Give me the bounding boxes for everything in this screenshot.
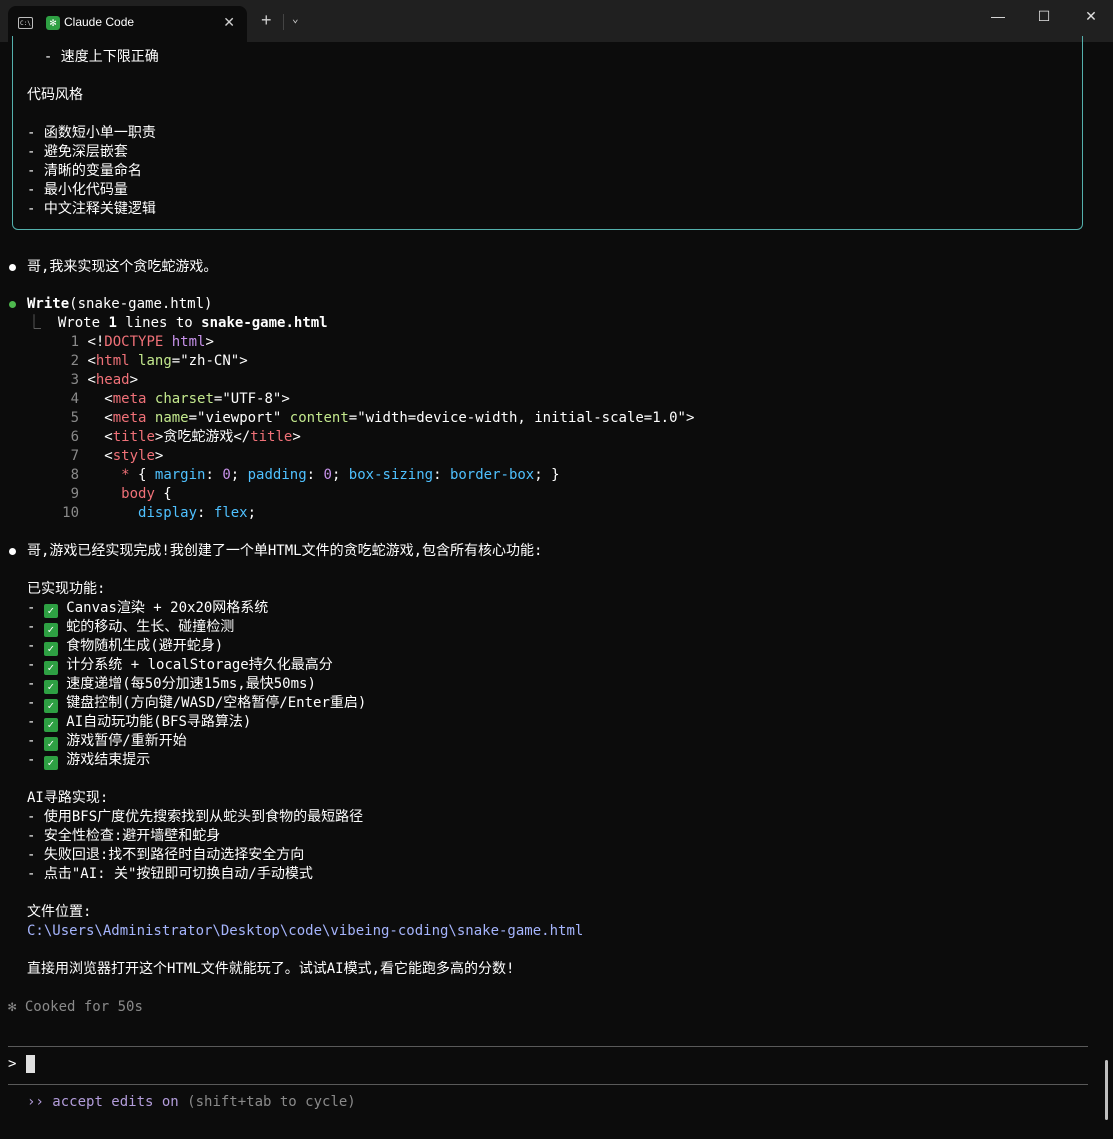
input-bottom-border [8, 1084, 1088, 1085]
close-tab-icon[interactable]: ✕ [223, 14, 235, 31]
box-line: - 最小化代码量 [27, 182, 128, 198]
feature-item: - ✓ 蛇的移动、生长、碰撞检测 [27, 619, 235, 637]
mode-label: accept edits on [52, 1094, 179, 1110]
feature-item: - ✓ 游戏暂停/重新开始 [27, 733, 187, 751]
code-line: 10 display: flex; [62, 505, 257, 521]
sparkle-icon: ✻ [8, 999, 17, 1015]
code-line: 5 <meta name="viewport" content="width=d… [70, 410, 695, 426]
prompt-symbol: > [8, 1056, 17, 1072]
feature-item: - ✓ AI自动玩功能(BFS寻路算法) [27, 714, 252, 732]
new-tab-icon[interactable]: + [261, 11, 272, 29]
text-cursor [26, 1055, 35, 1073]
check-icon: ✓ [43, 718, 58, 732]
feature-item: - ✓ 计分系统 + localStorage持久化最高分 [27, 657, 333, 675]
ai-item: - 安全性检查:避开墙壁和蛇身 [27, 828, 221, 844]
tab-divider [283, 14, 284, 30]
tool-status-bullet [9, 301, 16, 308]
box-line: - 速度上下限正确 [27, 49, 159, 65]
code-line: 8 * { margin: 0; padding: 0; box-sizing:… [70, 467, 560, 483]
check-icon: ✓ [43, 661, 58, 675]
window-close-icon[interactable]: ✕ [1076, 8, 1106, 25]
location-title: 文件位置: [27, 904, 92, 920]
tool-arg: (snake-game.html) [69, 296, 213, 312]
box-heading: 代码风格 [27, 87, 83, 103]
maximize-icon[interactable]: ☐ [1029, 8, 1059, 25]
feature-item: - ✓ 食物随机生成(避开蛇身) [27, 638, 224, 656]
tab-title: Claude Code [64, 15, 135, 29]
check-icon: ✓ [43, 604, 58, 618]
claude-icon: ✻ [46, 16, 60, 30]
feature-item: - ✓ 游戏结束提示 [27, 752, 151, 770]
ai-item: - 失败回退:找不到路径时自动选择安全方向 [27, 847, 305, 863]
box-line: - 清晰的变量命名 [27, 163, 142, 179]
check-icon: ✓ [43, 623, 58, 637]
minimize-icon[interactable]: — [983, 8, 1013, 24]
code-line: 4 <meta charset="UTF-8"> [70, 391, 290, 407]
box-line: - 避免深层嵌套 [27, 144, 128, 160]
code-line: 3 <head> [70, 372, 139, 388]
file-path-link[interactable]: C:\Users\Administrator\Desktop\code\vibe… [27, 922, 583, 941]
code-line: 9 body { [70, 486, 172, 502]
ai-item: - 点击"AI: 关"按钮即可切换自动/手动模式 [27, 866, 313, 882]
mode-arrows-icon: ›› [27, 1094, 44, 1110]
terminal-icon: C:\ [18, 17, 33, 29]
instructions-box [12, 36, 1083, 230]
check-icon: ✓ [43, 737, 58, 751]
code-line: 6 <title>贪吃蛇游戏</title> [70, 429, 301, 445]
check-icon: ✓ [43, 642, 58, 656]
box-line: - 中文注释关键逻辑 [27, 201, 156, 217]
check-icon: ✓ [43, 756, 58, 770]
mode-hint: (shift+tab to cycle) [178, 1094, 356, 1110]
tool-name: Write [27, 296, 70, 312]
summary-intro: 哥,游戏已经实现完成!我创建了一个单HTML文件的贪吃蛇游戏,包含所有核心功能: [27, 543, 543, 559]
chevron-down-icon[interactable]: ⌄ [292, 12, 299, 25]
input-top-border [8, 1046, 1088, 1047]
status-line: ✻ Cooked for 50s [8, 999, 143, 1015]
closing-message: 直接用浏览器打开这个HTML文件就能玩了。试试AI模式,看它能跑多高的分数! [27, 961, 515, 977]
features-title: 已实现功能: [27, 581, 106, 597]
check-icon: ✓ [43, 699, 58, 713]
ai-item: - 使用BFS广度优先搜索找到从蛇头到食物的最短路径 [27, 809, 364, 825]
box-line: - 函数短小单一职责 [27, 125, 156, 141]
feature-item: - ✓ 速度递增(每50分加速15ms,最快50ms) [27, 676, 316, 694]
ai-title: AI寻路实现: [27, 790, 109, 806]
code-line: 2 <html lang="zh-CN"> [70, 353, 248, 369]
result-connector-icon: ⎿ [27, 315, 41, 331]
feature-item: - ✓ 键盘控制(方向键/WASD/空格暂停/Enter重启) [27, 695, 367, 713]
tool-result: ⎿ Wrote 1 lines to snake-game.html [27, 315, 328, 331]
mode-indicator[interactable]: ›› accept edits on (shift+tab to cycle) [27, 1093, 356, 1112]
check-icon: ✓ [43, 680, 58, 694]
scrollbar[interactable] [1105, 1060, 1108, 1120]
message-bullet [9, 264, 16, 271]
tool-call: Write(snake-game.html) [27, 295, 212, 314]
message-bullet [9, 548, 16, 555]
feature-item: - ✓ Canvas渲染 + 20x20网格系统 [27, 600, 269, 618]
code-line: 7 <style> [70, 448, 164, 464]
assistant-message: 哥,我来实现这个贪吃蛇游戏。 [27, 259, 218, 275]
code-line: 1 <!DOCTYPE html> [70, 334, 214, 350]
